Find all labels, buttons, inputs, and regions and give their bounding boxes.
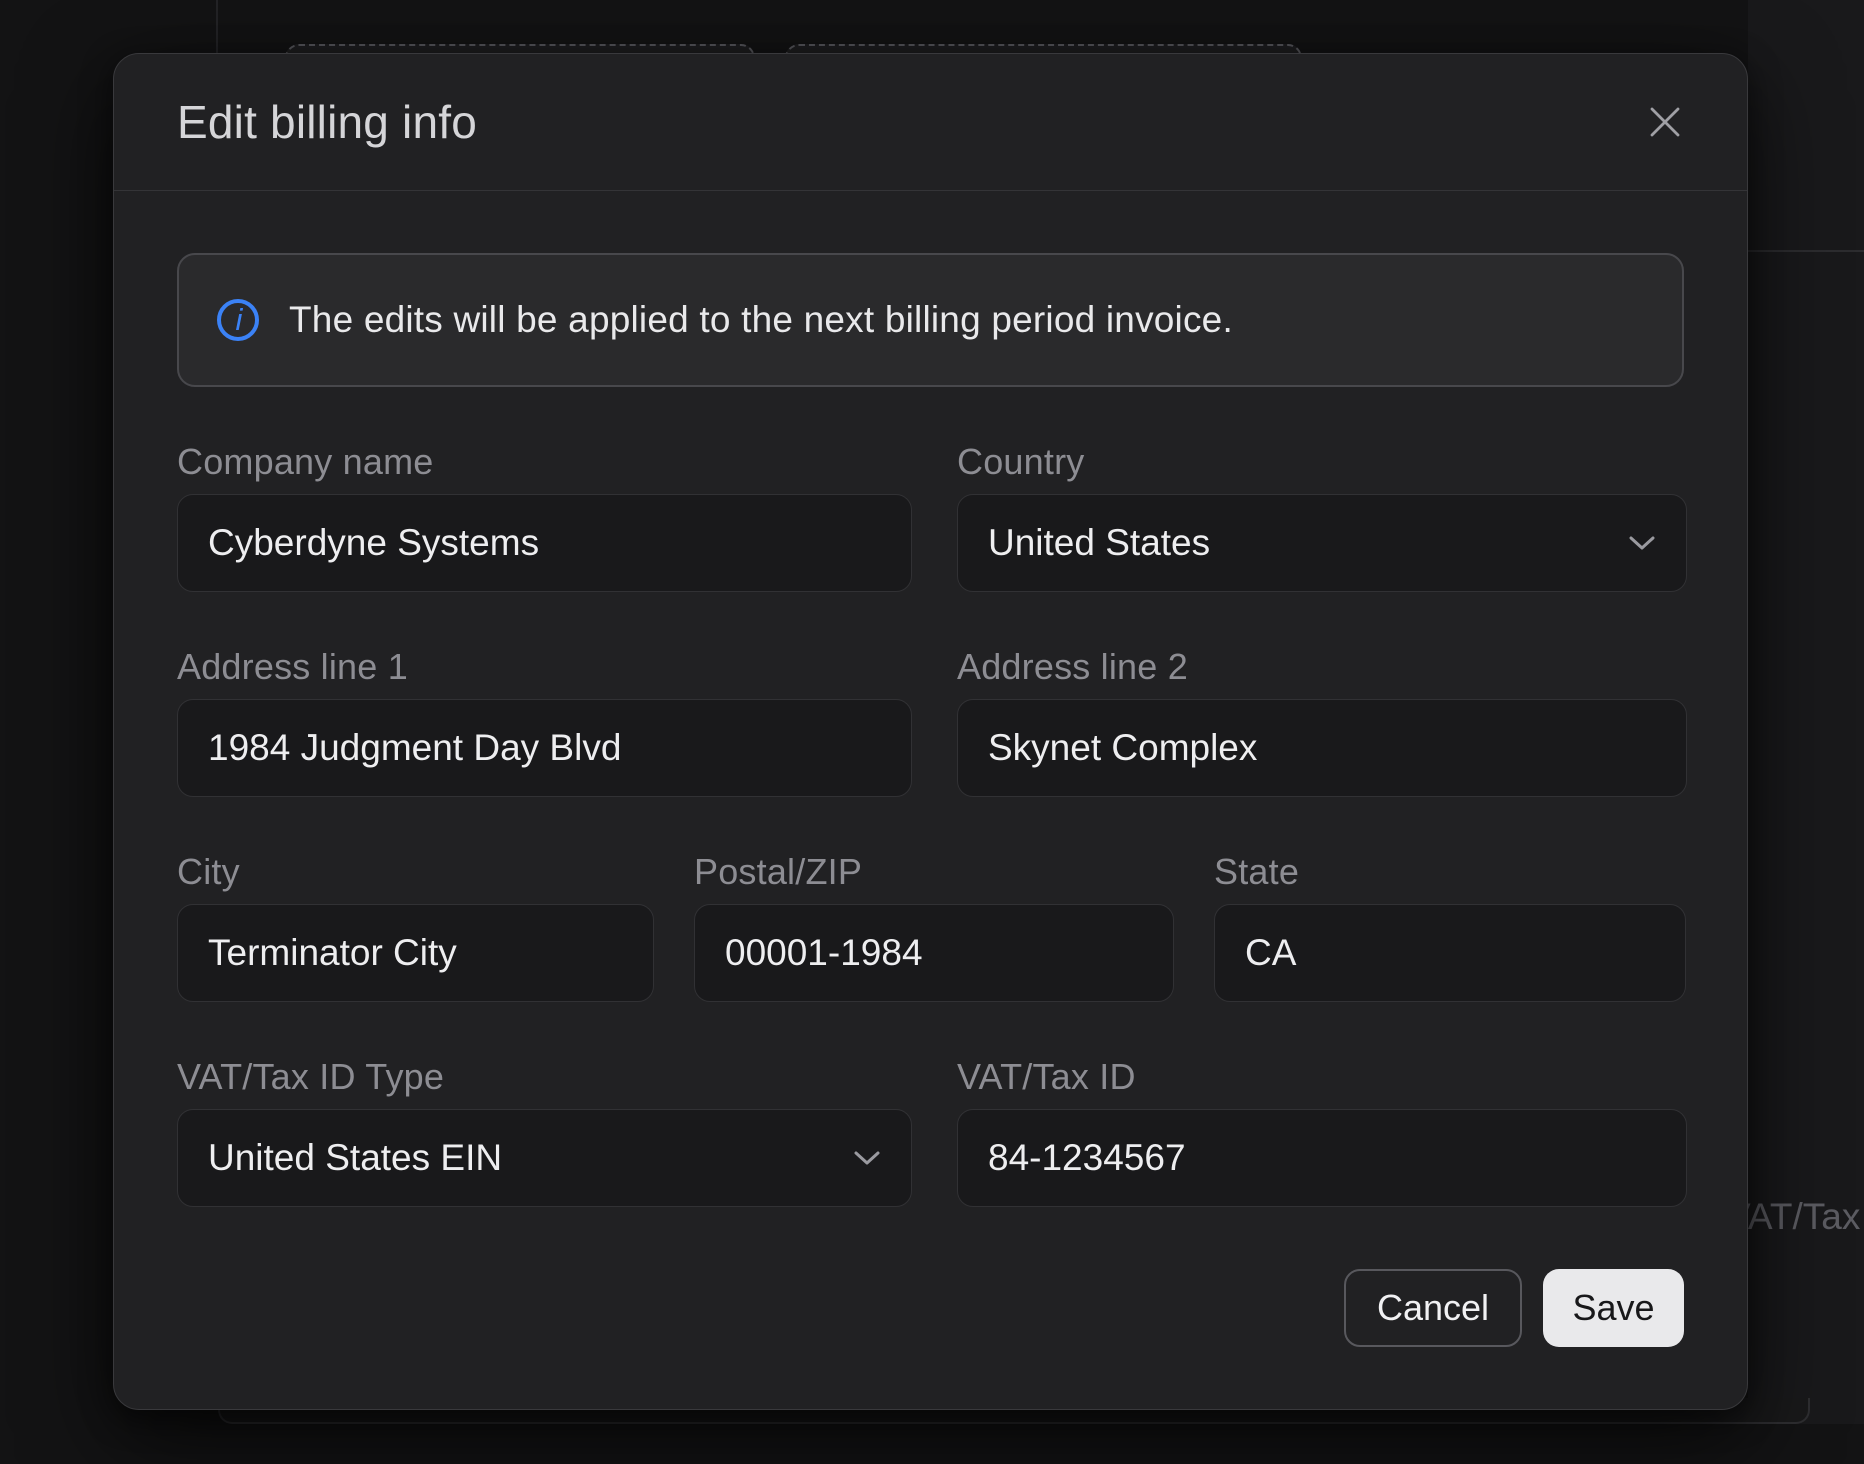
address1-field-group: Address line 1: [177, 647, 912, 797]
close-button[interactable]: [1641, 98, 1689, 146]
info-banner: i The edits will be applied to the next …: [177, 253, 1684, 387]
city-input[interactable]: [177, 904, 654, 1002]
save-button[interactable]: Save: [1543, 1269, 1684, 1347]
city-label: City: [177, 852, 654, 892]
postal-field-group: Postal/ZIP: [694, 852, 1174, 1002]
state-input[interactable]: [1214, 904, 1686, 1002]
company-name-field-group: Company name: [177, 442, 912, 592]
address1-input[interactable]: [177, 699, 912, 797]
address2-input[interactable]: [957, 699, 1687, 797]
vat-type-label: VAT/Tax ID Type: [177, 1057, 912, 1097]
close-icon: [1647, 104, 1683, 140]
cancel-button[interactable]: Cancel: [1344, 1269, 1522, 1347]
country-select-value: United States: [988, 522, 1210, 564]
background-right-divider: [1748, 250, 1864, 252]
dialog-header: Edit billing info: [114, 54, 1747, 190]
form-row-3: City Postal/ZIP State: [177, 852, 1684, 1002]
form-row-4: VAT/Tax ID Type United States EIN VAT/Ta…: [177, 1057, 1684, 1207]
vat-type-select[interactable]: United States EIN: [177, 1109, 912, 1207]
screen: VAT/Tax Edit billing info: [0, 0, 1864, 1464]
state-field-group: State: [1214, 852, 1686, 1002]
company-name-label: Company name: [177, 442, 912, 482]
address1-label: Address line 1: [177, 647, 912, 687]
country-select[interactable]: United States: [957, 494, 1687, 592]
vat-type-select-value: United States EIN: [208, 1137, 502, 1179]
chevron-down-icon: [853, 1150, 881, 1167]
postal-label: Postal/ZIP: [694, 852, 1174, 892]
vat-id-field-group: VAT/Tax ID: [957, 1057, 1687, 1207]
background-sidebar-divider: [216, 0, 218, 54]
state-label: State: [1214, 852, 1686, 892]
form-row-1: Company name Country United States: [177, 442, 1684, 592]
dialog-footer: Cancel Save: [177, 1269, 1684, 1347]
info-banner-text: The edits will be applied to the next bi…: [289, 299, 1233, 341]
vat-id-label: VAT/Tax ID: [957, 1057, 1687, 1097]
dialog-body: i The edits will be applied to the next …: [114, 191, 1747, 1409]
info-circle-icon: i: [215, 297, 261, 343]
company-name-input[interactable]: [177, 494, 912, 592]
vat-id-input[interactable]: [957, 1109, 1687, 1207]
vat-type-field-group: VAT/Tax ID Type United States EIN: [177, 1057, 912, 1207]
form-row-2: Address line 1 Address line 2: [177, 647, 1684, 797]
postal-input[interactable]: [694, 904, 1174, 1002]
country-field-group: Country United States: [957, 442, 1687, 592]
address2-field-group: Address line 2: [957, 647, 1687, 797]
city-field-group: City: [177, 852, 654, 1002]
edit-billing-info-dialog: Edit billing info i: [113, 53, 1748, 1410]
svg-text:i: i: [236, 302, 244, 337]
chevron-down-icon: [1628, 535, 1656, 552]
address2-label: Address line 2: [957, 647, 1687, 687]
dialog-title: Edit billing info: [177, 95, 477, 149]
country-label: Country: [957, 442, 1687, 482]
